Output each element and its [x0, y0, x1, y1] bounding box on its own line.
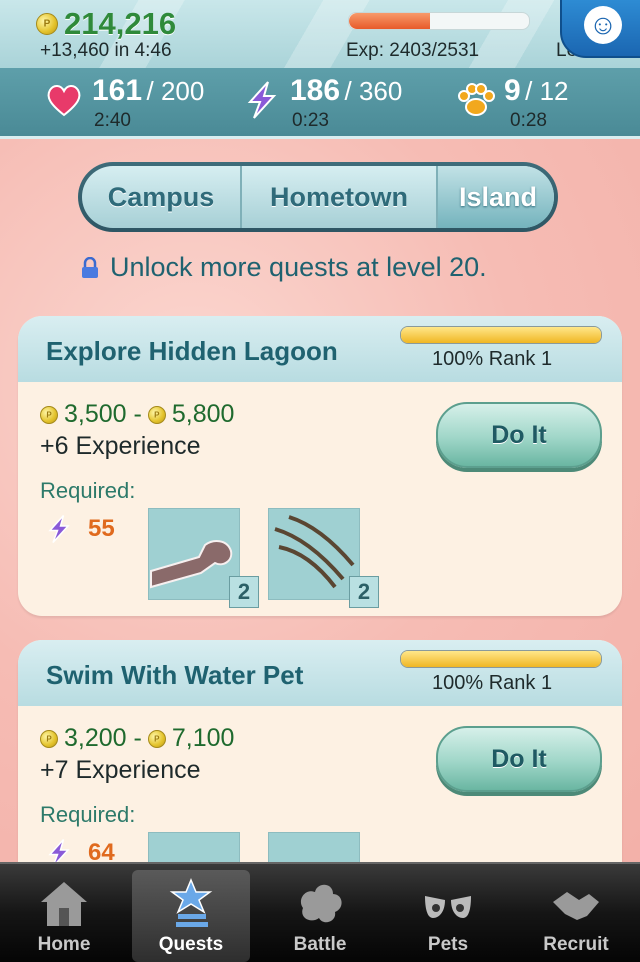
pets-max: / 12	[525, 76, 569, 106]
experience-text: Exp: 2403/2531	[346, 40, 480, 61]
quest-title: Explore Hidden Lagoon	[46, 336, 338, 366]
health-max: / 200	[146, 76, 205, 106]
energy-bolt-icon	[247, 81, 277, 119]
tab-campus[interactable]: Campus	[82, 166, 242, 228]
reward-min: 3,200 -	[64, 724, 142, 752]
rank-progress-bar	[400, 650, 602, 668]
do-it-button[interactable]: Do It	[436, 726, 602, 792]
coin-icon	[36, 13, 58, 35]
recruit-icon	[553, 892, 599, 920]
item-count: 2	[349, 576, 379, 608]
coin-income-timer: +13,460 in 4:46	[40, 40, 172, 61]
energy-bolt-icon	[48, 514, 70, 544]
tab-pets[interactable]: Pets	[384, 864, 512, 962]
coin-reward: 3,500 - 5,800	[40, 400, 234, 429]
quests-icon	[169, 878, 213, 927]
experience-bar	[348, 12, 530, 30]
energy-timer: 0:23	[292, 110, 329, 131]
rank-progress-fill	[401, 651, 601, 667]
reward-min: 3,500 -	[64, 400, 142, 428]
reward-max: 7,100	[171, 724, 235, 752]
energy-stat: 186 / 360 0:23	[242, 74, 403, 131]
tab-recruit[interactable]: Recruit	[512, 864, 640, 962]
tab-hometown[interactable]: Hometown	[242, 166, 438, 228]
experience-bar-fill	[349, 13, 430, 29]
rank-text: 100% Rank 1	[432, 672, 553, 694]
claw-item-icon	[268, 508, 360, 600]
tab-quests[interactable]: Quests	[132, 870, 250, 962]
coin-icon	[40, 729, 58, 748]
rank-progress-bar	[400, 326, 602, 344]
paw-icon	[458, 83, 495, 116]
quest-card: Explore Hidden Lagoon 100% Rank 1 3,500 …	[18, 316, 622, 616]
mascot-icon: ☺	[584, 6, 622, 44]
coin-icon	[40, 405, 58, 424]
tab-label: Recruit	[543, 934, 609, 955]
health-value: 161	[92, 74, 143, 107]
required-label: Required:	[40, 802, 136, 827]
required-label: Required:	[40, 478, 136, 503]
coin-icon	[147, 729, 166, 748]
energy-requirement: 55	[44, 510, 115, 548]
coin-icon	[147, 405, 166, 424]
do-it-button[interactable]: Do It	[436, 402, 602, 468]
energy-value: 186	[290, 74, 341, 107]
location-tabs: Campus Hometown Island	[78, 162, 558, 232]
unlock-notice: Unlock more quests at level 20.	[80, 252, 487, 283]
status-header: 214,216 +13,460 in 4:46 Exp: 2403/2531 L…	[0, 0, 640, 70]
reward-max: 5,800	[171, 400, 235, 428]
bottom-tab-bar: Home Quests Battle Pets Recruit	[0, 862, 640, 962]
pets-value: 9	[504, 74, 521, 107]
battle-icon	[300, 884, 342, 923]
tab-island[interactable]: Island	[438, 166, 554, 228]
tab-label: Pets	[427, 934, 469, 955]
heart-icon	[47, 85, 81, 117]
experience-reward: +6 Experience	[40, 432, 201, 460]
rank-text: 100% Rank 1	[432, 348, 553, 370]
coins-display: 214,216	[36, 6, 176, 42]
energy-required-value: 55	[88, 515, 115, 542]
pets-timer: 0:28	[510, 110, 547, 131]
home-icon	[41, 882, 87, 926]
unlock-message: Unlock more quests at level 20.	[110, 252, 487, 282]
rank-progress-fill	[401, 327, 601, 343]
coin-reward: 3,200 - 7,100	[40, 724, 234, 753]
tab-battle[interactable]: Battle	[256, 864, 384, 962]
coins-value: 214,216	[64, 6, 177, 41]
experience-reward: +7 Experience	[40, 756, 201, 784]
tab-label: Battle	[293, 934, 347, 955]
health-timer: 2:40	[94, 110, 131, 131]
quest-title: Swim With Water Pet	[46, 660, 304, 690]
profile-button[interactable]: ☺	[560, 0, 640, 58]
health-stat: 161 / 200 2:40	[44, 74, 205, 131]
pets-stat: 9 / 12 0:28	[456, 74, 569, 131]
tab-label: Home	[37, 934, 91, 955]
energy-max: / 360	[344, 76, 403, 106]
pets-icon	[425, 896, 471, 918]
lock-icon	[82, 256, 98, 278]
stats-bar: 161 / 200 2:40 186 / 360 0:23 9 / 12 0:2…	[0, 68, 640, 139]
tab-home[interactable]: Home	[0, 864, 128, 962]
item-count: 2	[229, 576, 259, 608]
tab-label: Quests	[158, 934, 224, 955]
arm-item-icon	[148, 508, 240, 600]
